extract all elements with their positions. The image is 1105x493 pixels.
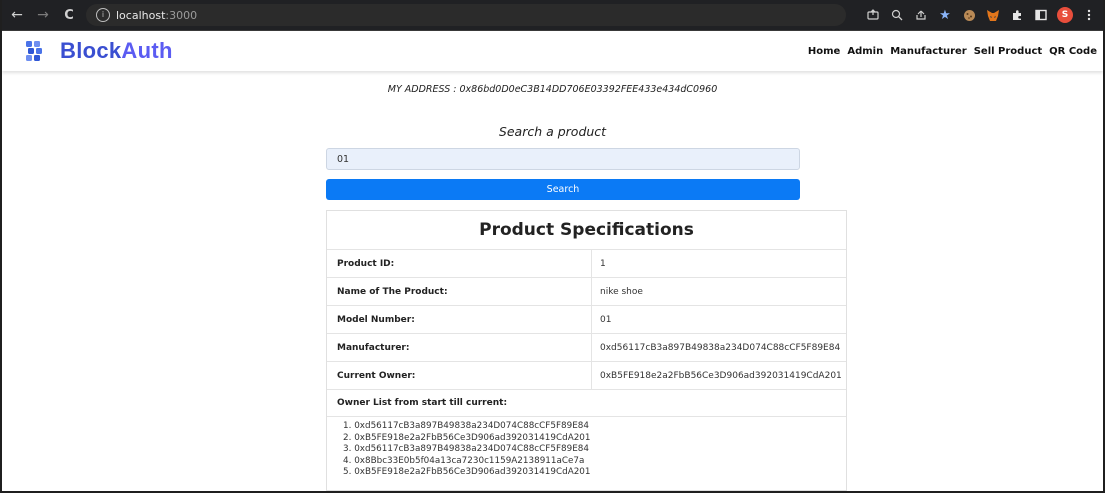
url-host: localhost	[116, 8, 166, 22]
search-button[interactable]: Search	[326, 179, 800, 200]
product-search-input[interactable]	[326, 148, 800, 170]
spec-title: Product Specifications	[327, 211, 846, 250]
wallet-address: MY ADDRESS : 0x86bd0D0eC3B14DD706E03392F…	[387, 84, 718, 95]
spec-row-current-owner: Current Owner: 0xB5FE918e2a2FbB56Ce3D906…	[327, 362, 846, 390]
metamask-fox-icon[interactable]	[985, 7, 1001, 23]
spec-label: Current Owner:	[327, 362, 592, 389]
profile-avatar-icon[interactable]: S	[1057, 7, 1073, 23]
owner-list-item: 2. 0xB5FE918e2a2FbB56Ce3D906ad392031419C…	[343, 432, 591, 443]
spec-label: Product ID:	[327, 250, 592, 277]
spec-label: Name of The Product:	[327, 278, 592, 305]
zoom-icon[interactable]	[889, 7, 905, 23]
app-window: ← → C i localhost:3000 ★ S BlockAuth Ho…	[0, 0, 1105, 493]
site-info-icon[interactable]: i	[96, 8, 110, 22]
owner-list-item: 3. 0xd56117cB3a897B49838a234D074C88cCF5F…	[343, 444, 589, 455]
spec-row-product-name: Name of The Product: nike shoe	[327, 278, 846, 306]
bookmark-star-icon[interactable]: ★	[937, 7, 953, 23]
address-bar[interactable]: i localhost:3000	[86, 4, 846, 26]
nav-link-qr-code[interactable]: QR Code	[1049, 46, 1097, 57]
app-navbar: BlockAuth Home Admin Manufacturer Sell P…	[2, 31, 1103, 71]
owner-list-label: Owner List from start till current:	[327, 390, 846, 417]
browser-toolbar: ← → C i localhost:3000 ★ S	[2, 0, 1103, 31]
spec-label: Model Number:	[327, 306, 592, 333]
nav-link-admin[interactable]: Admin	[847, 46, 883, 57]
blockauth-logo-icon	[26, 41, 42, 61]
brand-name-part1: Block	[60, 38, 122, 63]
owner-list-item: 5. 0xB5FE918e2a2FbB56Ce3D906ad392031419C…	[343, 467, 591, 478]
brand-name-part2: Auth	[121, 38, 173, 63]
nav-links: Home Admin Manufacturer Sell Product QR …	[801, 46, 1097, 57]
nav-link-sell-product[interactable]: Sell Product	[974, 46, 1042, 57]
spec-value: 0xB5FE918e2a2FbB56Ce3D906ad392031419CdA2…	[600, 370, 842, 381]
spec-row-manufacturer: Manufacturer: 0xd56117cB3a897B49838a234D…	[327, 334, 846, 362]
owner-list: 1. 0xd56117cB3a897B49838a234D074C88cCF5F…	[327, 417, 846, 479]
spec-row-product-id: Product ID: 1	[327, 250, 846, 278]
spec-value: nike shoe	[600, 286, 643, 297]
nav-link-manufacturer[interactable]: Manufacturer	[890, 46, 967, 57]
cookie-icon[interactable]	[961, 7, 977, 23]
share-page-icon[interactable]	[913, 7, 929, 23]
extension-tray: ★ S	[865, 7, 1097, 23]
nav-link-home[interactable]: Home	[808, 46, 840, 57]
owner-list-item: 4. 0x8Bbc33E0b5f04a13ca7230c1159A2138911…	[343, 455, 585, 466]
side-panel-icon[interactable]	[1033, 7, 1049, 23]
puzzle-extensions-icon[interactable]	[1009, 7, 1025, 23]
url-port: :3000	[165, 8, 198, 22]
owner-list-item: 1. 0xd56117cB3a897B49838a234D074C88cCF5F…	[343, 421, 589, 431]
forward-arrow-icon[interactable]: →	[32, 4, 54, 26]
search-title: Search a product	[498, 124, 607, 139]
menu-kebab-icon[interactable]	[1081, 7, 1097, 23]
spec-row-model-number: Model Number: 01	[327, 306, 846, 334]
brand[interactable]: BlockAuth	[22, 38, 173, 64]
spec-value: 1	[600, 258, 606, 269]
spec-value: 0xd56117cB3a897B49838a234D074C88cCF5F89E…	[600, 342, 841, 353]
spec-value: 01	[600, 314, 612, 325]
reload-icon[interactable]: C	[58, 4, 80, 26]
product-spec-card: Product Specifications Product ID: 1 Nam…	[326, 210, 847, 491]
share-icon[interactable]	[865, 7, 881, 23]
brand-name: BlockAuth	[60, 38, 173, 64]
back-arrow-icon[interactable]: ←	[6, 4, 28, 26]
spec-label: Manufacturer:	[327, 334, 592, 361]
